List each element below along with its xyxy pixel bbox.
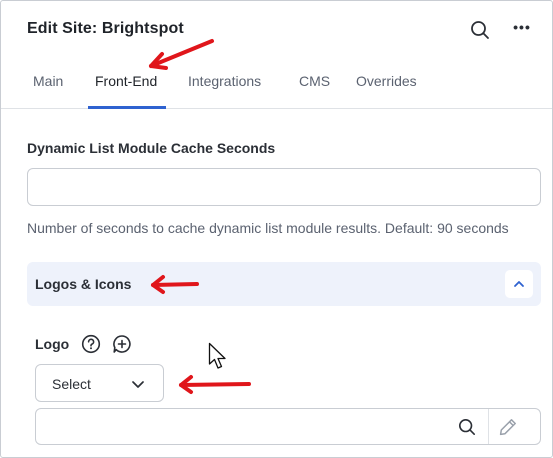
more-options-button[interactable]: ••• bbox=[509, 17, 535, 43]
section-title: Logos & Icons bbox=[35, 276, 132, 292]
logo-help-button[interactable] bbox=[80, 333, 102, 355]
edit-site-panel: Edit Site: Brightspot ••• Main Front-End… bbox=[0, 0, 553, 458]
logo-label: Logo bbox=[35, 336, 70, 352]
cache-seconds-label: Dynamic List Module Cache Seconds bbox=[27, 140, 276, 156]
search-icon bbox=[471, 21, 489, 39]
mouse-cursor-icon bbox=[208, 342, 226, 369]
tab-front-end[interactable]: Front-End bbox=[95, 73, 157, 89]
more-horizontal-icon: ••• bbox=[513, 19, 531, 35]
search-icon bbox=[458, 418, 476, 436]
annotation-arrow-select bbox=[179, 375, 251, 394]
chevron-down-icon bbox=[132, 381, 144, 388]
logo-search-input[interactable] bbox=[37, 410, 447, 443]
logo-add-note-button[interactable] bbox=[111, 333, 133, 355]
cache-seconds-input[interactable] bbox=[27, 168, 541, 206]
logos-icons-section-header[interactable]: Logos & Icons bbox=[27, 262, 541, 306]
logo-search-field bbox=[35, 408, 541, 445]
logo-search-button[interactable] bbox=[454, 415, 480, 439]
field-divider bbox=[488, 409, 489, 444]
comment-add-icon bbox=[113, 335, 131, 353]
logo-edit-button[interactable] bbox=[494, 414, 522, 440]
tab-integrations[interactable]: Integrations bbox=[188, 73, 261, 89]
tab-overrides[interactable]: Overrides bbox=[356, 73, 417, 89]
tab-main[interactable]: Main bbox=[33, 73, 63, 89]
pencil-icon bbox=[499, 419, 516, 436]
chevron-up-icon bbox=[514, 281, 524, 287]
active-tab-indicator bbox=[88, 106, 166, 109]
panel-title: Edit Site: Brightspot bbox=[27, 20, 184, 37]
logo-type-select[interactable]: Select bbox=[35, 364, 164, 402]
collapse-section-button[interactable] bbox=[505, 270, 533, 298]
select-value: Select bbox=[52, 376, 91, 392]
help-circle-icon bbox=[81, 334, 101, 354]
tab-cms[interactable]: CMS bbox=[299, 73, 330, 89]
header-search-button[interactable] bbox=[467, 17, 493, 43]
cache-seconds-help: Number of seconds to cache dynamic list … bbox=[27, 220, 509, 236]
tab-bar: Main Front-End Integrations CMS Override… bbox=[1, 63, 552, 109]
